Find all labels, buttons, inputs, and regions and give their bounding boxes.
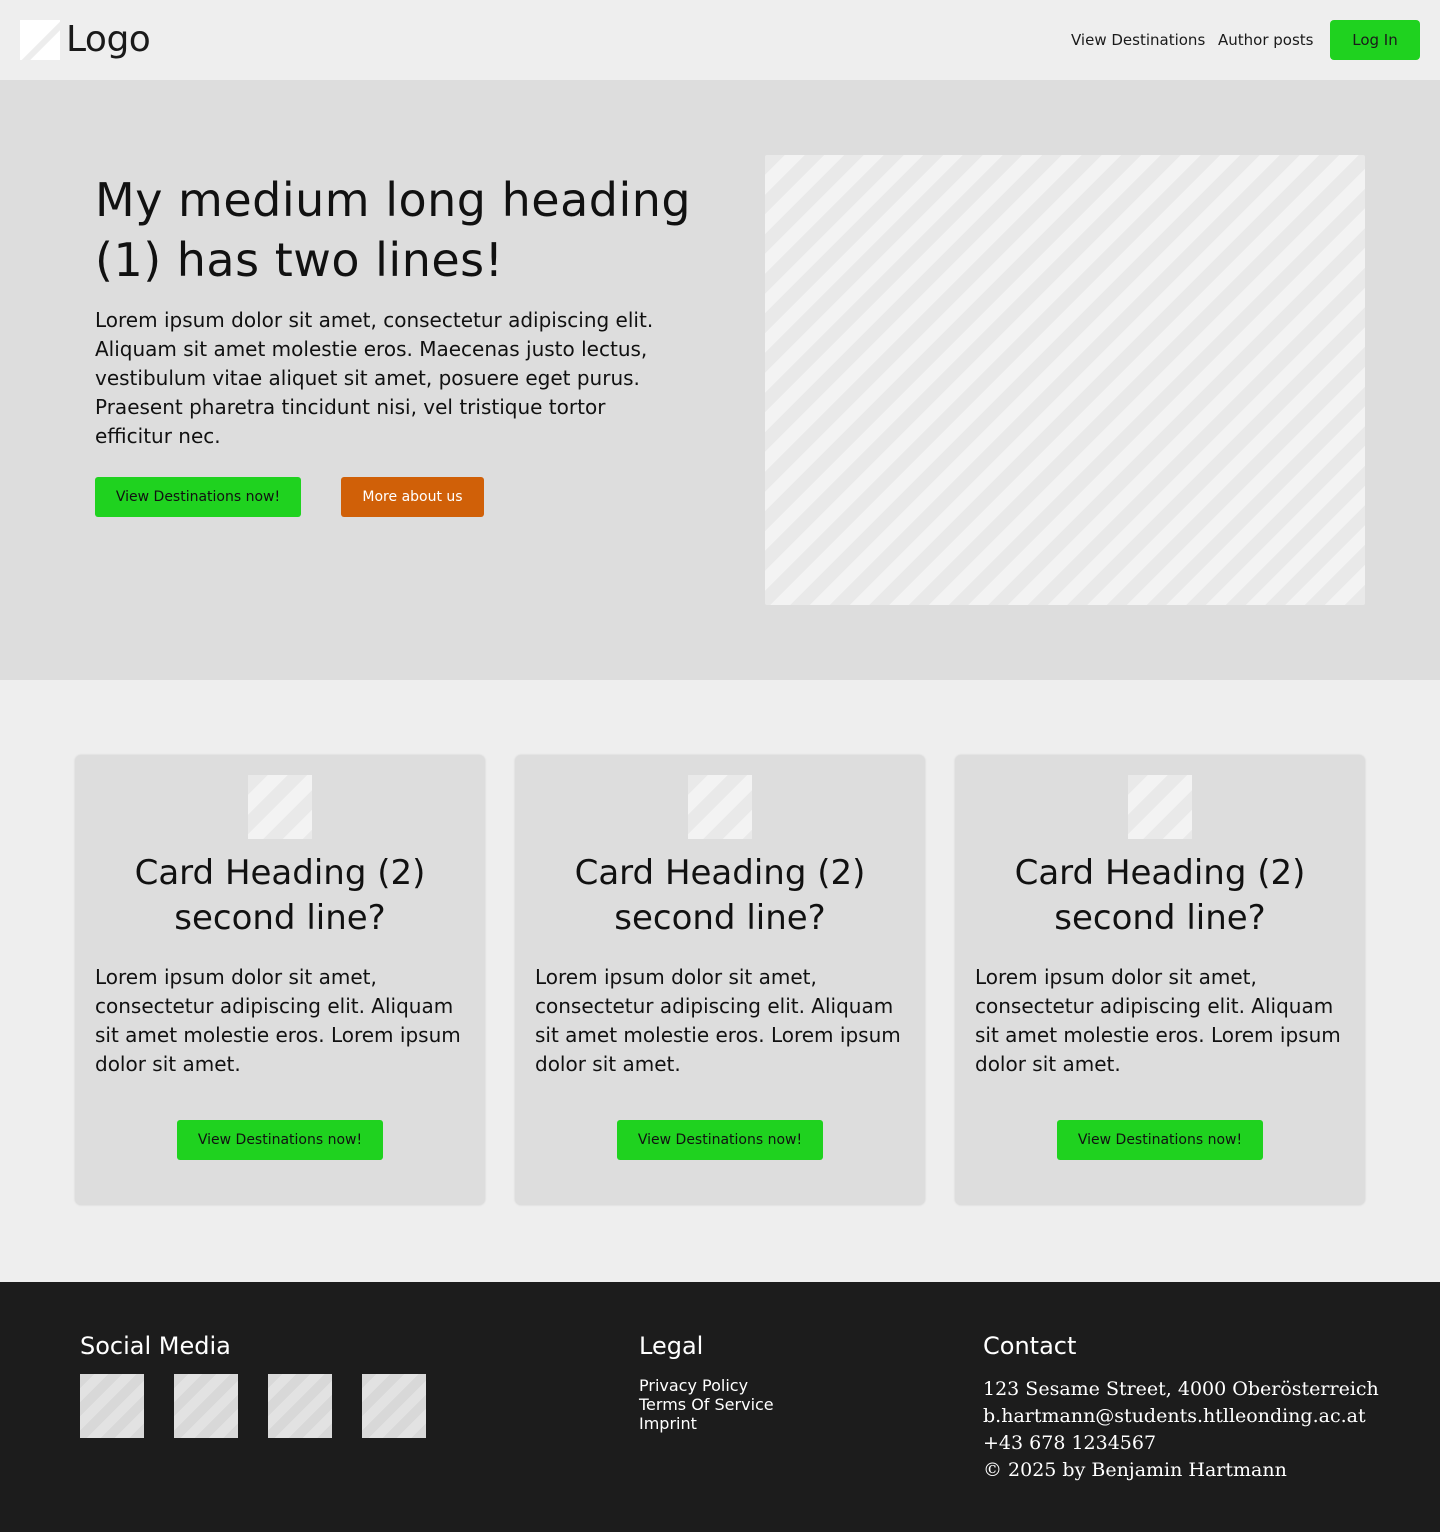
nav-link-author-posts[interactable]: Author posts: [1218, 30, 1313, 50]
contact-heading: Contact: [983, 1332, 1077, 1360]
view-destinations-button[interactable]: View Destinations now!: [95, 477, 301, 517]
card: Card Heading (2) second line? Lorem ipsu…: [515, 755, 925, 1205]
card-text: Lorem ipsum dolor sit amet, consectetur …: [975, 965, 1341, 1076]
card-view-destinations-button[interactable]: View Destinations now!: [177, 1120, 383, 1160]
privacy-policy-link[interactable]: Privacy Policy: [639, 1376, 774, 1395]
logo-image[interactable]: [20, 20, 60, 60]
card-image-placeholder: [248, 775, 312, 839]
hero-text: Lorem ipsum dolor sit amet, consectetur …: [95, 308, 654, 448]
card: Card Heading (2) second line? Lorem ipsu…: [75, 755, 485, 1205]
imprint-link[interactable]: Imprint: [639, 1414, 774, 1433]
social-media-heading: Social Media: [80, 1332, 231, 1360]
logo-text[interactable]: Logo: [66, 18, 151, 62]
site-footer: Social Media Legal Privacy Policy Terms …: [0, 1282, 1440, 1532]
card-text: Lorem ipsum dolor sit amet, consectetur …: [535, 965, 901, 1076]
contact-info: 123 Sesame Street, 4000 Oberösterreich b…: [983, 1376, 1379, 1484]
card-text: Lorem ipsum dolor sit amet, consectetur …: [95, 965, 461, 1076]
site-header: Logo View Destinations Author posts Log …: [0, 0, 1440, 80]
contact-email[interactable]: b.hartmann@students.htlleonding.ac.at: [983, 1403, 1379, 1430]
card-title: Card Heading (2) second line?: [134, 853, 426, 938]
legal-heading: Legal: [639, 1332, 704, 1360]
social-icon[interactable]: [362, 1374, 426, 1438]
card-title: Card Heading (2) second line?: [574, 853, 866, 938]
login-button[interactable]: Log In: [1330, 20, 1420, 60]
card-view-destinations-button[interactable]: View Destinations now!: [1057, 1120, 1263, 1160]
contact-phone[interactable]: +43 678 1234567: [983, 1430, 1379, 1457]
social-icon[interactable]: [268, 1374, 332, 1438]
social-icon[interactable]: [174, 1374, 238, 1438]
copyright-text: © 2025 by Benjamin Hartmann: [983, 1459, 1287, 1481]
card: Card Heading (2) second line? Lorem ipsu…: [955, 755, 1365, 1205]
more-about-us-button[interactable]: More about us: [341, 477, 484, 517]
contact-address: 123 Sesame Street, 4000 Oberösterreich: [983, 1378, 1379, 1400]
hero-title: My medium long heading (1) has two lines…: [95, 173, 692, 287]
social-icon[interactable]: [80, 1374, 144, 1438]
terms-of-service-link[interactable]: Terms Of Service: [639, 1395, 774, 1414]
hero-image-placeholder: [765, 155, 1365, 605]
nav-link-view-destinations[interactable]: View Destinations: [1071, 30, 1205, 50]
card-view-destinations-button[interactable]: View Destinations now!: [617, 1120, 823, 1160]
hero-section: My medium long heading (1) has two lines…: [0, 80, 1440, 680]
card-image-placeholder: [688, 775, 752, 839]
card-image-placeholder: [1128, 775, 1192, 839]
card-title: Card Heading (2) second line?: [1014, 853, 1306, 938]
legal-links: Privacy Policy Terms Of Service Imprint: [639, 1376, 774, 1433]
